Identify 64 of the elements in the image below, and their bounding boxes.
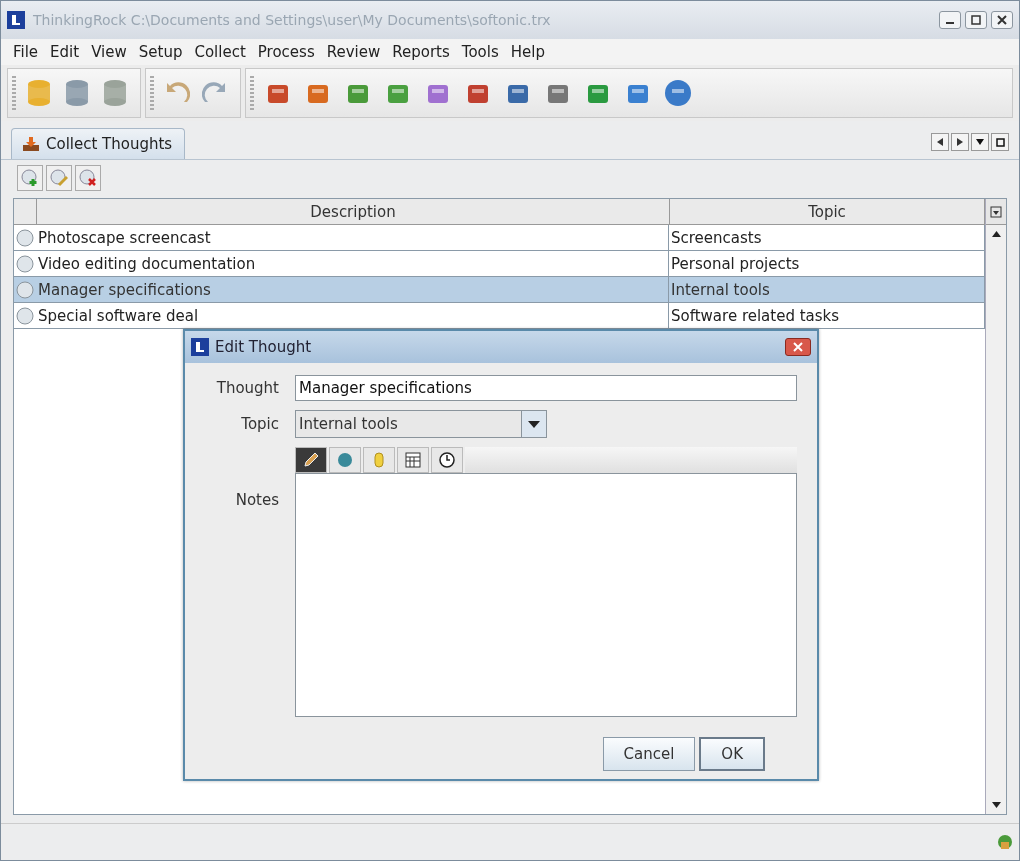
dropdown-button[interactable] — [971, 133, 989, 151]
app-logo-icon — [191, 338, 209, 356]
table-row[interactable]: Manager specifications Internal tools — [14, 277, 985, 303]
scroll-down-icon[interactable] — [991, 802, 1001, 808]
maximize-button[interactable] — [991, 133, 1009, 151]
table-row[interactable]: Photoscape screencast Screencasts — [14, 225, 985, 251]
scrollbar[interactable] — [985, 199, 1006, 814]
menu-item[interactable]: Review — [320, 43, 387, 61]
field-label: Notes — [234, 490, 280, 511]
clock-icon[interactable] — [431, 447, 463, 473]
scroll-left-button[interactable] — [931, 133, 949, 151]
field-label: Thought — [215, 379, 280, 397]
thought-icon — [16, 228, 34, 247]
close-icon — [793, 342, 803, 352]
close-button[interactable] — [785, 338, 811, 356]
window-title: ThinkingRock C:\Documents and Settings\user\My Documents\softonic.trx — [33, 12, 552, 28]
delete-thought-icon[interactable] — [75, 165, 101, 191]
thought-icon — [16, 306, 34, 325]
table-cell: Manager specifications — [36, 277, 669, 302]
scroll-right-button[interactable] — [951, 133, 969, 151]
thought-icon — [16, 254, 34, 273]
column-header[interactable]: Description — [37, 199, 670, 225]
caret-icon — [976, 139, 984, 145]
calendar-icon[interactable] — [397, 447, 429, 473]
close-icon — [997, 15, 1007, 25]
menu-item[interactable]: Setup — [132, 43, 189, 61]
field-label: Topic — [240, 415, 280, 433]
menu-item[interactable]: Collect — [188, 43, 252, 61]
caret-icon — [528, 420, 540, 428]
table-cell: Photoscape screencast — [36, 225, 669, 250]
left-arrow-icon — [937, 138, 943, 146]
menu-item[interactable]: Tools — [455, 43, 505, 61]
topic-dropdown[interactable]: Internal tools — [295, 410, 547, 438]
edit-thought-icon[interactable] — [46, 165, 72, 191]
thought-field[interactable]: Manager specifications — [295, 375, 797, 401]
minimize-icon — [946, 22, 954, 24]
close-button[interactable] — [991, 11, 1013, 29]
column-chooser-icon[interactable] — [986, 199, 1006, 225]
maximize-button[interactable] — [965, 11, 987, 29]
scroll-up-icon[interactable] — [991, 231, 1001, 237]
menu-item[interactable]: Reports — [386, 43, 456, 61]
add-thought-icon[interactable] — [17, 165, 43, 191]
menu-item[interactable]: View — [85, 43, 133, 61]
app-logo-icon — [7, 11, 25, 29]
thought-icon — [16, 280, 34, 299]
cancel-button[interactable]: Cancel — [602, 737, 696, 771]
menu-item[interactable]: Process — [251, 43, 321, 61]
table-cell: Special software deal — [36, 303, 669, 328]
table-cell: Video editing documentation — [36, 251, 669, 276]
header-corner — [14, 199, 37, 225]
dialog-title: Edit Thought — [215, 338, 313, 356]
menu-item[interactable]: Edit — [44, 43, 86, 61]
menu-item[interactable]: File — [7, 43, 45, 61]
minimize-button[interactable] — [939, 11, 961, 29]
right-arrow-icon — [957, 138, 963, 146]
status-icon — [997, 834, 1013, 850]
menu-item[interactable]: Help — [504, 43, 551, 61]
column-header[interactable]: Topic — [670, 199, 985, 225]
ok-button[interactable]: OK — [699, 737, 765, 771]
collect-thoughts-tab[interactable]: Collect Thoughts — [11, 128, 186, 159]
maximize-icon — [995, 137, 1005, 147]
pencil-icon[interactable] — [295, 447, 327, 473]
maximize-icon — [971, 15, 981, 25]
notes-field[interactable] — [295, 473, 797, 717]
